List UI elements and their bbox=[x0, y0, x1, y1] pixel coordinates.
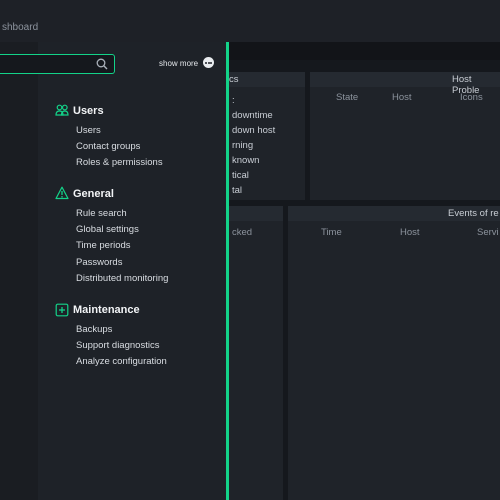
stats-item[interactable]: tical bbox=[232, 170, 249, 181]
show-more-link[interactable]: show more bbox=[159, 59, 198, 68]
menu-item-roles-permissions[interactable]: Roles & permissions bbox=[76, 157, 163, 168]
section-title-users: Users bbox=[73, 105, 104, 117]
breadcrumb[interactable]: shboard bbox=[2, 22, 38, 33]
bottom-left-header bbox=[228, 206, 283, 221]
stats-panel-header: cs bbox=[228, 72, 305, 87]
column-host[interactable]: Host bbox=[400, 227, 420, 238]
stats-item[interactable]: : bbox=[232, 95, 235, 106]
stats-item[interactable]: downtime bbox=[232, 110, 273, 121]
host-problems-header: Host Proble bbox=[310, 72, 500, 96]
more-dots-icon[interactable] bbox=[203, 57, 214, 68]
menu-item-passwords[interactable]: Passwords bbox=[76, 257, 122, 268]
bottom-left-panel: cked bbox=[228, 206, 283, 500]
menu-item-support-diagnostics[interactable]: Support diagnostics bbox=[76, 340, 159, 351]
menu-item-distributed-monitoring[interactable]: Distributed monitoring bbox=[76, 273, 168, 284]
menu-item-time-periods[interactable]: Time periods bbox=[76, 240, 131, 251]
warning-icon bbox=[55, 186, 69, 200]
stats-item[interactable]: tal bbox=[232, 185, 242, 196]
column-time[interactable]: Time bbox=[321, 227, 342, 238]
menu-item-analyze-configuration[interactable]: Analyze configuration bbox=[76, 356, 167, 367]
host-problems-panel: Host Proble State Host Icons bbox=[310, 72, 500, 200]
column-icons[interactable]: Icons bbox=[460, 92, 483, 103]
column-state[interactable]: State bbox=[336, 92, 358, 103]
column-checked[interactable]: cked bbox=[232, 227, 252, 238]
sidebar-strip bbox=[0, 42, 38, 500]
stats-item[interactable]: rning bbox=[232, 140, 253, 151]
events-header: Events of re bbox=[288, 206, 500, 221]
column-host[interactable]: Host bbox=[392, 92, 412, 103]
section-title-maintenance: Maintenance bbox=[73, 304, 140, 316]
section-title-general: General bbox=[73, 188, 114, 200]
plus-box-icon bbox=[55, 303, 69, 317]
column-service[interactable]: Servi bbox=[477, 227, 499, 238]
stats-item[interactable]: down host bbox=[232, 125, 275, 136]
menu-item-backups[interactable]: Backups bbox=[76, 324, 112, 335]
flyout-accent-border bbox=[226, 42, 229, 500]
events-title: Events of re bbox=[448, 208, 499, 219]
stats-panel-title: cs bbox=[229, 74, 239, 85]
menu-item-rule-search[interactable]: Rule search bbox=[76, 208, 127, 219]
menu-item-users[interactable]: Users bbox=[76, 125, 101, 136]
menu-item-contact-groups[interactable]: Contact groups bbox=[76, 141, 140, 152]
search-icon[interactable] bbox=[96, 58, 108, 70]
menu-item-global-settings[interactable]: Global settings bbox=[76, 224, 139, 235]
stats-item[interactable]: known bbox=[232, 155, 259, 166]
events-panel: Events of re Time Host Servi bbox=[288, 206, 500, 500]
users-icon bbox=[55, 104, 69, 116]
top-bar: shboard bbox=[0, 0, 500, 42]
sub-bar bbox=[228, 42, 500, 60]
